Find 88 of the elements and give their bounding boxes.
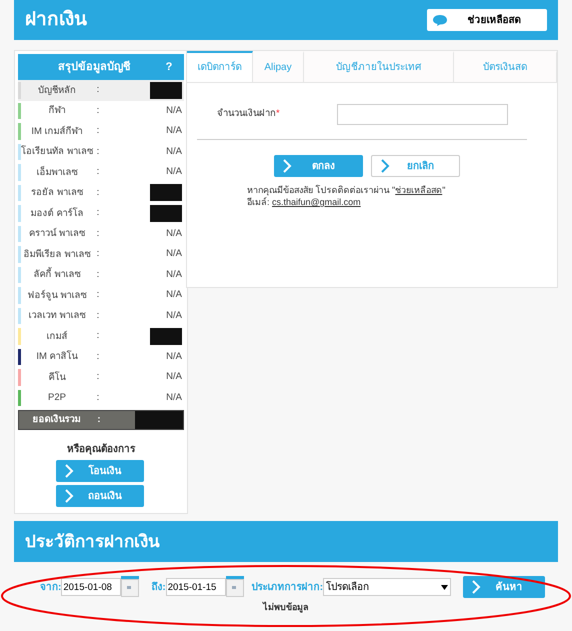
- masked-value: [150, 184, 182, 202]
- amount-label: จำนวนเงินฝาก*: [217, 107, 281, 122]
- tab[interactable]: บัตรเงินสด: [454, 51, 557, 82]
- account-label: ลัคกี้ พาเลซ: [32, 267, 82, 282]
- chevron-icon: [282, 159, 292, 173]
- to-date-field[interactable]: 2015-01-15: [166, 578, 226, 596]
- colon: :: [96, 412, 102, 427]
- empty-message: ไม่พบข้อมูล: [261, 602, 310, 613]
- colon: :: [96, 186, 100, 200]
- colon: :: [96, 329, 100, 344]
- page-title: ฝากเงิน: [25, 8, 87, 32]
- amount-input[interactable]: [337, 104, 508, 125]
- account-label: อิมพีเรียล พาเลซ: [22, 248, 92, 262]
- balance-value: N/A: [166, 268, 182, 282]
- colon: :: [96, 370, 100, 384]
- colon: :: [96, 390, 100, 405]
- colon: :: [96, 165, 100, 180]
- colon: :: [96, 226, 100, 241]
- email-link[interactable]: cs.thaifun@gmail.com: [272, 197, 361, 207]
- action-button[interactable]: ถอนเงิน: [56, 485, 144, 507]
- account-label: P2P: [47, 391, 67, 406]
- tab[interactable]: เดบิตการ์ด: [187, 51, 253, 82]
- account-label: มองต์ คาร์โล: [30, 206, 84, 221]
- colon: :: [96, 268, 100, 282]
- from-date-field[interactable]: 2015-01-08: [61, 578, 122, 596]
- deposit-type-label: ประเภทการฝาก:: [252, 580, 324, 594]
- calendar-icon[interactable]: [226, 576, 244, 598]
- account-label: IM คาสิโน: [35, 349, 79, 364]
- history-title: ประวัติการฝากเงิน: [25, 530, 160, 553]
- summary-title: สรุปข้อมูลบัญชี: [57, 60, 132, 76]
- colon: :: [96, 144, 100, 159]
- to-label: ถึง:: [151, 580, 166, 594]
- action-button[interactable]: โอนเงิน: [56, 460, 144, 482]
- balance-value: N/A: [166, 124, 182, 138]
- account-label: คีโน: [48, 370, 67, 385]
- account-label: เอ็มพาเลซ: [36, 165, 78, 180]
- account-label: โอเรียนทัล พาเลซ: [21, 144, 93, 160]
- colon: :: [96, 124, 100, 138]
- balance-value: N/A: [166, 308, 182, 323]
- from-label: จาก:: [40, 580, 62, 594]
- total-label: ยอดเงินรวม: [32, 412, 82, 427]
- tab[interactable]: บัญชีภายในประเทศ: [304, 51, 454, 82]
- live-help-link[interactable]: ช่วยเหลือสด: [395, 185, 442, 195]
- balance-value: N/A: [166, 350, 182, 364]
- account-label: ฟอร์จูน พาเลซ: [26, 288, 88, 303]
- colon: :: [96, 247, 100, 262]
- colon: :: [96, 104, 100, 118]
- help-text: หากคุณมีข้อสงสัย โปรดติดต่อเราผ่าน "ช่วยเหลือสด": [247, 184, 446, 196]
- account-label: IM เกมส์กีฬา: [30, 124, 84, 139]
- chevron-icon: [380, 159, 390, 173]
- balance-value: N/A: [166, 144, 182, 159]
- calendar-icon[interactable]: [121, 576, 140, 598]
- account-label: คราวน์ พาเลซ: [28, 226, 86, 242]
- help-mark[interactable]: ?: [154, 58, 184, 76]
- account-label: รอยัล พาเลซ: [30, 186, 84, 200]
- masked-value: [150, 82, 182, 99]
- masked-value: [135, 411, 183, 429]
- colon: :: [96, 206, 100, 220]
- balance-value: N/A: [166, 226, 182, 241]
- colon: :: [96, 308, 100, 323]
- submit-button[interactable]: ตกลง: [274, 155, 363, 177]
- balance-value: N/A: [166, 247, 182, 262]
- colon: :: [96, 350, 100, 364]
- balance-value: N/A: [166, 390, 182, 405]
- chat-bubble-icon: [433, 14, 447, 26]
- chevron-icon: [471, 580, 482, 594]
- account-label: กีฬา: [48, 104, 66, 118]
- balance-value: N/A: [166, 104, 182, 118]
- balance-value: N/A: [166, 288, 182, 302]
- cancel-button[interactable]: ยกเลิก: [371, 155, 460, 177]
- colon: :: [96, 288, 100, 302]
- balance-value: N/A: [166, 165, 182, 180]
- deposit-type-select[interactable]: โปรดเลือก: [323, 578, 452, 596]
- chevron-icon: [64, 464, 74, 478]
- account-label: บัญชีหลัก: [37, 84, 77, 98]
- search-button[interactable]: ค้นหา: [463, 576, 546, 598]
- colon: :: [96, 83, 100, 98]
- prompt-text: หรือคุณต้องการ: [66, 442, 136, 457]
- dropdown-arrow-icon: [441, 584, 448, 590]
- account-label: เวลเวท พาเลซ: [28, 309, 86, 324]
- masked-value: [150, 328, 182, 345]
- live-help-button[interactable]: ช่วยเหลือสด: [427, 9, 547, 31]
- tab[interactable]: Alipay: [252, 51, 304, 82]
- email-text: อีเมล์: cs.thaifun@gmail.com: [247, 196, 362, 208]
- masked-value: [150, 204, 182, 222]
- balance-value: N/A: [166, 370, 182, 384]
- account-label: เกมส์: [46, 330, 68, 344]
- chevron-icon: [64, 489, 74, 503]
